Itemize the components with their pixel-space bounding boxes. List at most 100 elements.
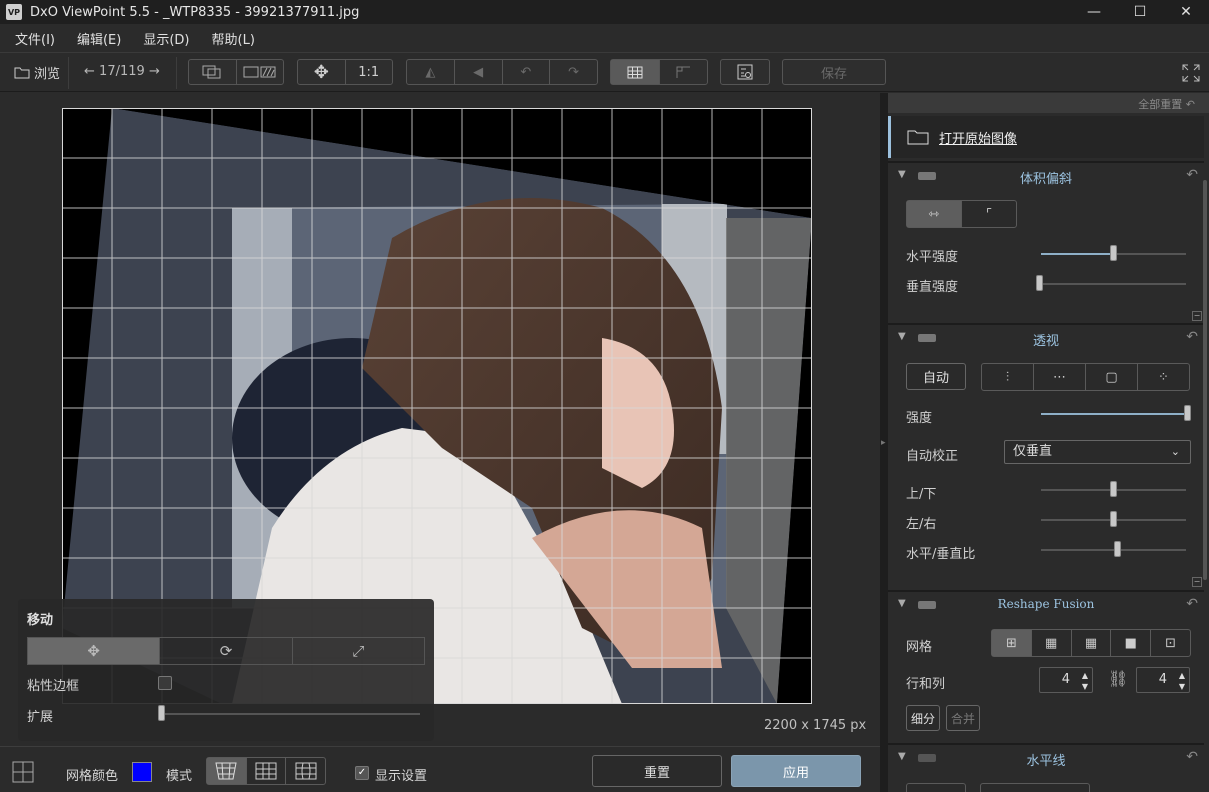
reset-button[interactable]: 重置 <box>592 755 722 787</box>
zoom-1to1-button[interactable]: 1:1 <box>346 60 393 84</box>
rotate-right-icon: ↷ <box>568 64 580 80</box>
perspective-section-header[interactable]: ▼ 透视 ↶ <box>888 323 1204 349</box>
collapse-icon[interactable]: − <box>1192 577 1202 587</box>
undo-icon[interactable]: ↶ <box>1186 329 1198 345</box>
compare-overlay-button[interactable] <box>189 60 237 84</box>
rotate-right-button[interactable]: ↷ <box>550 60 597 84</box>
move-tool-button[interactable]: ✥ <box>298 60 346 84</box>
perspective-horizontal-lines[interactable]: ⋯ <box>1034 364 1086 390</box>
expand-slider-thumb[interactable] <box>158 705 165 721</box>
volume-vertical-slider[interactable] <box>1041 283 1186 285</box>
grid-3x3-button[interactable]: ▦ <box>1032 630 1072 656</box>
collapse-icon[interactable]: − <box>1192 311 1202 321</box>
app-logo: VP <box>6 4 22 20</box>
perspective-strength-thumb[interactable] <box>1184 405 1191 421</box>
spinner-arrows-icon[interactable]: ▲ ▼ <box>1082 670 1088 692</box>
grid-fill-button[interactable]: ■ <box>1111 630 1152 656</box>
grid-layout-icon[interactable] <box>12 761 34 783</box>
grid-mode-square[interactable] <box>247 758 287 784</box>
panel-scrollbar[interactable] <box>1203 180 1207 580</box>
resize-diagonal-icon: ⤢ <box>352 642 365 660</box>
grid-mode-bulge[interactable] <box>286 758 325 784</box>
left-right-thumb[interactable] <box>1110 511 1117 527</box>
volume-horizontal-thumb[interactable] <box>1110 245 1117 261</box>
menu-bar: 文件(I) 编辑(E) 显示(D) 帮助(L) <box>0 24 1209 52</box>
compare-split-button[interactable] <box>237 60 284 84</box>
grid-solid-icon: ■ <box>1124 635 1137 651</box>
perspective-title: 透视 <box>1032 334 1059 349</box>
ruler-button[interactable] <box>660 60 708 84</box>
next-arrow-icon[interactable]: → <box>149 64 160 79</box>
fullscreen-icon[interactable] <box>1182 64 1200 86</box>
horizon-button-b[interactable] <box>980 783 1090 792</box>
perspective-eight-points[interactable]: ⁘ <box>1138 364 1189 390</box>
minimize-button[interactable]: — <box>1071 0 1117 24</box>
expand-slider[interactable] <box>162 713 420 715</box>
open-original-row[interactable]: 打开原始图像 <box>888 116 1204 158</box>
grid-mode-perspective[interactable] <box>207 758 247 784</box>
menu-edit[interactable]: 编辑(E) <box>77 29 121 48</box>
undo-icon[interactable]: ↶ <box>1186 596 1198 612</box>
reshape-section-header[interactable]: ▼ Reshape Fusion ↶ <box>888 590 1204 616</box>
counter-text: 17/119 <box>99 64 145 79</box>
show-settings-checkbox[interactable]: ✓ <box>355 766 369 780</box>
horizon-section-header[interactable]: ▼ 水平线 ↶ <box>888 743 1204 769</box>
perspective-vertical-lines[interactable]: ⫶ <box>982 364 1034 390</box>
menu-view[interactable]: 显示(D) <box>143 29 189 48</box>
hv-ratio-thumb[interactable] <box>1114 541 1121 557</box>
rotate-left-button[interactable]: ↶ <box>503 60 551 84</box>
grid-toggle-button[interactable] <box>611 60 660 84</box>
horizon-button-a[interactable] <box>906 783 966 792</box>
undo-icon[interactable]: ↶ <box>1186 167 1198 183</box>
horizon-title: 水平线 <box>1026 754 1066 769</box>
move-zoom-group: ✥ 1:1 <box>297 59 393 85</box>
maximize-button[interactable]: ☐ <box>1117 0 1163 24</box>
volume-mode-horizontal[interactable]: ⇿ <box>907 201 962 227</box>
apply-button[interactable]: 应用 <box>731 755 861 787</box>
sticky-border-checkbox[interactable] <box>158 676 172 690</box>
reshape-title: Reshape Fusion <box>997 597 1095 611</box>
menu-file[interactable]: 文件(I) <box>15 29 55 48</box>
reset-all-button[interactable]: 全部重置 ↶ <box>1138 96 1195 112</box>
panel-header: 全部重置 ↶ <box>888 93 1209 113</box>
scale-mode-button[interactable]: ⤢ <box>293 638 424 664</box>
right-panel: 全部重置 ↶ 打开原始图像 ▼ 体积偏斜 ↶ ⇿ ⌜ 水平强度 垂直强度 − ▼… <box>888 93 1209 792</box>
save-button[interactable]: 保存 <box>783 60 885 84</box>
grid-custom-button[interactable]: ⊡ <box>1151 630 1190 656</box>
cols-value: 4 <box>1158 672 1167 687</box>
merge-button[interactable]: 合并 <box>946 705 980 731</box>
volume-vertical-thumb[interactable] <box>1036 275 1043 291</box>
perspective-auto-button[interactable]: 自动 <box>906 363 966 390</box>
auto-correct-select[interactable]: 仅垂直 ⌄ <box>1004 440 1191 464</box>
flip-horizontal-button[interactable]: ◭ <box>407 60 455 84</box>
move-mode-button[interactable]: ✥ <box>28 638 161 664</box>
subdivide-button[interactable]: 细分 <box>906 705 940 731</box>
browse-button[interactable]: 浏览 <box>14 63 60 82</box>
cols-input[interactable]: 4 ▲ ▼ <box>1136 667 1190 693</box>
volume-horizontal-fill <box>1041 253 1113 255</box>
volume-mode-corner[interactable]: ⌜ <box>962 201 1016 227</box>
grid-4x4-button[interactable]: ▦ <box>1072 630 1112 656</box>
reshape-grid-label: 网格 <box>906 640 933 655</box>
volume-horizontal-label: 水平强度 <box>906 250 959 265</box>
collapse-arrow-icon[interactable]: ▸ <box>881 438 886 448</box>
flip-vertical-button[interactable]: ◀ <box>455 60 503 84</box>
open-original-link[interactable]: 打开原始图像 <box>939 128 1017 147</box>
menu-help[interactable]: 帮助(L) <box>212 29 255 48</box>
undo-icon[interactable]: ↶ <box>1186 749 1198 765</box>
grid-color-swatch[interactable] <box>132 762 152 782</box>
spinner-arrows-icon[interactable]: ▲ ▼ <box>1179 670 1185 692</box>
up-down-thumb[interactable] <box>1110 481 1117 497</box>
rows-input[interactable]: 4 ▲ ▼ <box>1039 667 1093 693</box>
panel-splitter[interactable]: ▸ <box>880 93 888 792</box>
link-chain-icon[interactable]: ⛓ <box>1108 669 1128 688</box>
grid-2x2-button[interactable]: ⊞ <box>992 630 1032 656</box>
rotate-mode-button[interactable]: ⟳ <box>160 638 293 664</box>
preferences-button[interactable] <box>721 60 769 84</box>
hv-ratio-label: 水平/垂直比 <box>906 547 976 562</box>
prev-arrow-icon[interactable]: ← <box>84 64 95 79</box>
close-button[interactable]: ✕ <box>1163 0 1209 24</box>
horizontal-lines-icon: ⋯ <box>1053 369 1066 385</box>
volume-section-header[interactable]: ▼ 体积偏斜 ↶ <box>888 161 1204 187</box>
perspective-rectangle[interactable]: ▢ <box>1086 364 1138 390</box>
